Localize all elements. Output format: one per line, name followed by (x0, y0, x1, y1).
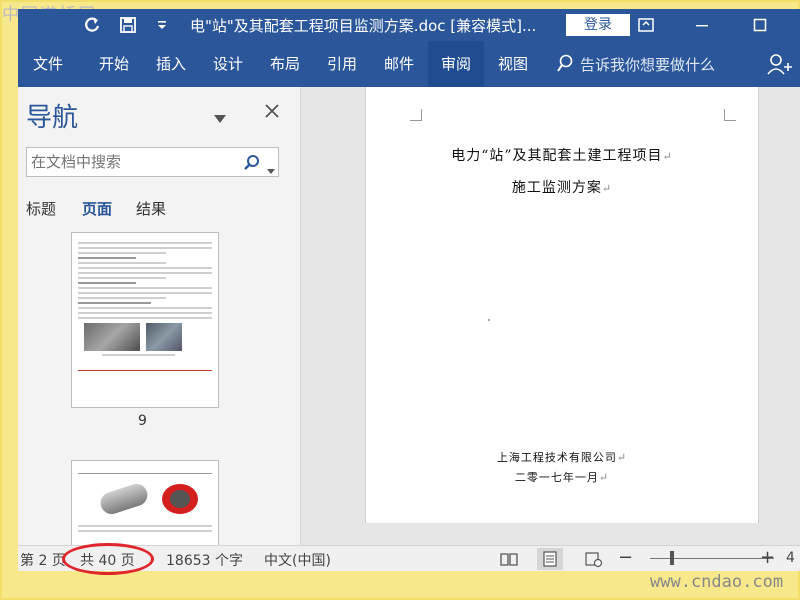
document-page[interactable]: 电力“站”及其配套土建工程项目↵ 施工监测方案↵ 上海工程技术有限公司↵ 二零一… (365, 87, 759, 523)
tab-pages[interactable]: 页面 (82, 198, 112, 219)
tab-home[interactable]: 开始 (86, 41, 142, 87)
quick-access-customize-icon[interactable] (150, 13, 174, 37)
cursor-mark (488, 319, 490, 321)
tab-headings[interactable]: 标题 (26, 198, 56, 219)
document-area[interactable]: 电力“站”及其配套土建工程项目↵ 施工监测方案↵ 上海工程技术有限公司↵ 二零一… (301, 87, 800, 545)
lightbulb-icon (557, 54, 573, 72)
zoom-slider-thumb[interactable] (670, 551, 674, 565)
zoom-in-icon[interactable]: + (760, 547, 775, 568)
zoom-out-icon[interactable]: − (618, 547, 633, 568)
tab-insert[interactable]: 插入 (143, 41, 199, 87)
login-button[interactable]: 登录 (566, 14, 630, 36)
document-title: 电"站"及其配套工程项目监测方案.doc [兼容模式]... (190, 17, 537, 35)
document-subtitle-line: 施工监测方案↵ (511, 180, 613, 196)
tab-results[interactable]: 结果 (136, 198, 166, 219)
page-indicator[interactable]: 第 2 页 (20, 550, 66, 570)
ribbon-tab-bar: 文件 开始 插入 设计 布局 引用 邮件 审阅 视图 告诉我你想要做什么 (18, 41, 800, 87)
search-box (26, 147, 279, 177)
chevron-down-icon[interactable] (267, 160, 275, 179)
document-title-line: 电力“站”及其配套土建工程项目↵ (451, 148, 673, 164)
print-layout-icon[interactable] (537, 548, 563, 570)
navigation-title: 导航 (26, 103, 79, 133)
web-layout-icon[interactable] (580, 548, 606, 570)
tab-file[interactable]: 文件 (20, 41, 76, 87)
close-icon[interactable] (262, 101, 282, 121)
tab-design[interactable]: 设计 (200, 41, 256, 87)
company-name-line: 上海工程技术有限公司↵ (496, 451, 628, 464)
search-input[interactable] (31, 152, 231, 172)
minimize-icon[interactable] (690, 14, 714, 36)
tab-review[interactable]: 审阅 (428, 41, 484, 87)
date-line: 二零一七年一月↵ (514, 471, 610, 484)
zoom-level[interactable]: 4 (786, 550, 795, 566)
tab-mailings[interactable]: 邮件 (371, 41, 427, 87)
navigation-pane: 导航 标题 页面 结果 9 (18, 87, 301, 545)
watermark-bottom-right: www.cndao.com (650, 572, 784, 592)
tell-me-box[interactable]: 告诉我你想要做什么 (556, 41, 715, 87)
share-icon[interactable] (766, 53, 792, 79)
title-bar: 电"站"及其配套工程项目监测方案.doc [兼容模式]... 登录 (18, 9, 800, 41)
ribbon-display-options-icon[interactable] (634, 14, 658, 36)
tab-layout[interactable]: 布局 (257, 41, 313, 87)
tell-me-placeholder: 告诉我你想要做什么 (580, 55, 716, 74)
thumbnail-photos (84, 323, 218, 351)
pane-options-icon[interactable] (214, 109, 226, 123)
page-thumbnail[interactable] (71, 460, 219, 545)
maximize-icon[interactable] (748, 14, 772, 36)
search-icon[interactable] (243, 154, 261, 176)
thumbnail-page-number: 9 (138, 413, 147, 429)
highlight-annotation-circle (62, 543, 154, 575)
crop-mark (724, 109, 736, 121)
thumbnail-figure (72, 480, 218, 522)
zoom-slider[interactable] (650, 558, 774, 559)
word-count[interactable]: 18653 个字 (166, 550, 243, 570)
tab-references[interactable]: 引用 (314, 41, 370, 87)
save-icon[interactable] (116, 13, 140, 37)
language-indicator[interactable]: 中文(中国) (264, 550, 331, 570)
redo-icon[interactable] (80, 13, 104, 37)
tab-view[interactable]: 视图 (485, 41, 541, 87)
page-thumbnail[interactable] (71, 232, 219, 408)
crop-mark (410, 109, 422, 121)
read-mode-icon[interactable] (496, 548, 522, 570)
